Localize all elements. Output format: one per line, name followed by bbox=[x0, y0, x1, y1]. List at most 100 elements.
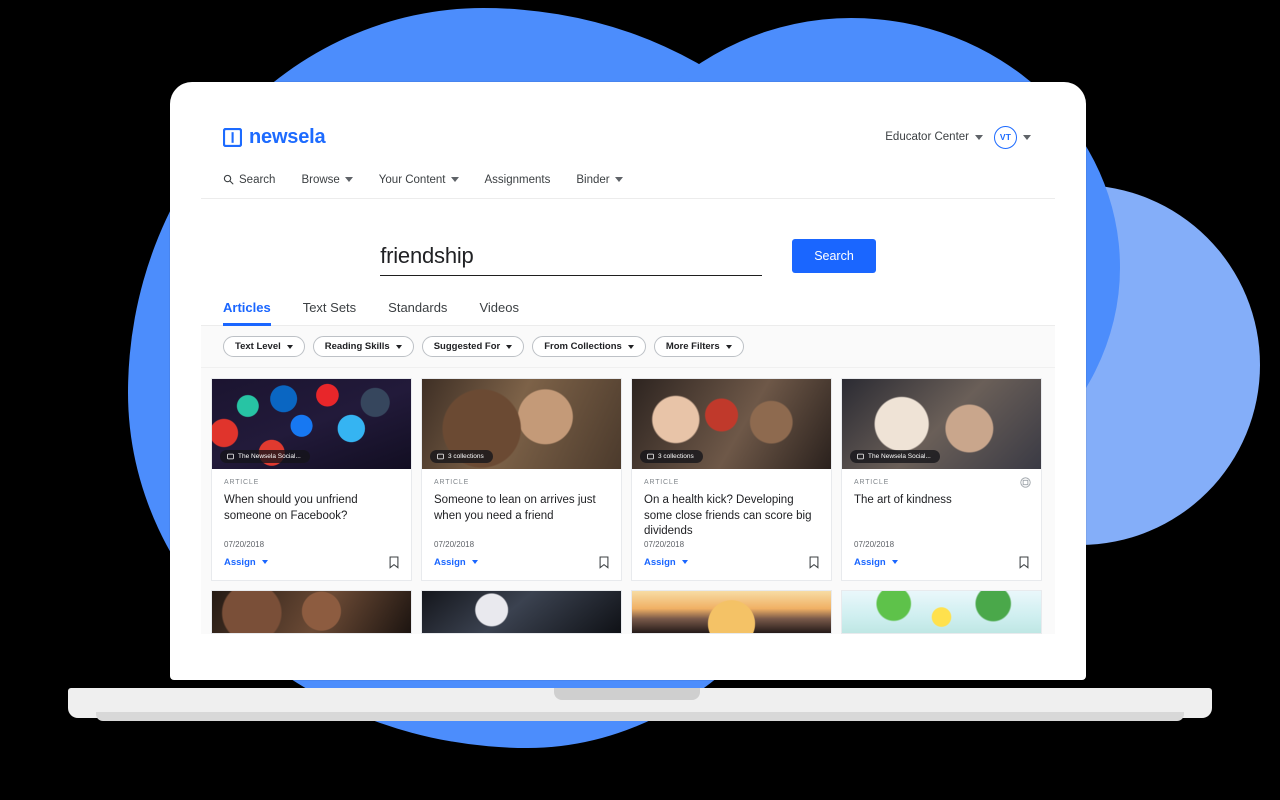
card-date: 07/20/2018 bbox=[644, 539, 685, 549]
results-row-1: The Newsela Social... ARTICLE When shoul… bbox=[211, 378, 1045, 581]
thumbnail-image bbox=[842, 590, 1041, 633]
filter-label: Suggested For bbox=[433, 341, 501, 352]
tab-articles[interactable]: Articles bbox=[223, 294, 271, 326]
search-button[interactable]: Search bbox=[792, 239, 876, 273]
educator-center-menu[interactable]: Educator Center bbox=[885, 131, 983, 143]
nav-item-search[interactable]: Search bbox=[223, 174, 275, 186]
nav-item-assignments[interactable]: Assignments bbox=[485, 174, 551, 186]
tab-label: Videos bbox=[479, 300, 519, 315]
collection-badge: 3 collections bbox=[430, 450, 493, 463]
nav-label: Assignments bbox=[484, 173, 551, 186]
nav-item-browse[interactable]: Browse bbox=[301, 174, 353, 186]
chevron-down-icon bbox=[395, 344, 402, 349]
collection-badge: The Newsela Social... bbox=[850, 450, 940, 463]
chevron-down-icon bbox=[344, 177, 353, 182]
bookmark-icon[interactable] bbox=[1019, 555, 1029, 569]
assign-button[interactable]: Assign bbox=[854, 557, 898, 568]
bookmark-icon[interactable] bbox=[389, 555, 399, 569]
collection-badge: The Newsela Social... bbox=[220, 450, 310, 463]
card-body: ARTICLE On a health kick? Developing som… bbox=[632, 469, 831, 540]
chevron-down-icon bbox=[975, 134, 983, 140]
brand-logo[interactable]: newsela bbox=[223, 126, 326, 149]
tab-text-sets[interactable]: Text Sets bbox=[303, 294, 356, 325]
collection-badge: 3 collections bbox=[640, 450, 703, 463]
filter-reading-skills[interactable]: Reading Skills bbox=[312, 336, 414, 357]
card-thumbnail bbox=[422, 590, 621, 633]
bookmark-icon[interactable] bbox=[599, 555, 609, 569]
filter-more-filters[interactable]: More Filters bbox=[653, 336, 744, 357]
card-title[interactable]: The art of kindness bbox=[854, 493, 1029, 509]
card-date: 07/20/2018 bbox=[224, 539, 265, 549]
card-body: ARTICLE The art of kindness bbox=[842, 469, 1041, 540]
card-thumbnail: The Newsela Social... bbox=[842, 379, 1041, 469]
bookmark-icon[interactable] bbox=[809, 555, 819, 569]
tab-label: Articles bbox=[223, 300, 271, 315]
card-body: ARTICLE When should you unfriend someone… bbox=[212, 469, 411, 540]
nav-item-your-content[interactable]: Your Content bbox=[379, 174, 459, 186]
article-card[interactable]: 3 collections ARTICLE Someone to lean on… bbox=[421, 378, 622, 581]
article-card[interactable]: 3 collections ARTICLE On a health kick? … bbox=[631, 378, 832, 581]
tab-standards[interactable]: Standards bbox=[388, 294, 447, 325]
chevron-down-icon bbox=[1023, 134, 1031, 140]
article-card[interactable] bbox=[631, 589, 832, 634]
chevron-down-icon bbox=[450, 177, 459, 182]
search-icon bbox=[223, 174, 234, 185]
card-kicker: ARTICLE bbox=[434, 479, 470, 486]
article-card[interactable] bbox=[421, 589, 622, 634]
browser-viewport: newsela Educator Center VT Search Browse… bbox=[201, 113, 1055, 653]
card-kicker: ARTICLE bbox=[644, 479, 680, 486]
article-card[interactable] bbox=[841, 589, 1042, 634]
avatar: VT bbox=[994, 125, 1017, 149]
article-card[interactable]: The Newsela Social... ARTICLE The art of… bbox=[841, 378, 1042, 581]
laptop-base-shadow bbox=[96, 712, 1184, 721]
collection-icon bbox=[227, 453, 234, 460]
thumbnail-image bbox=[632, 590, 831, 633]
article-card[interactable]: The Newsela Social... ARTICLE When shoul… bbox=[211, 378, 412, 581]
card-title[interactable]: On a health kick? Developing some close … bbox=[644, 493, 819, 540]
chevron-down-icon bbox=[471, 560, 478, 565]
assign-button[interactable]: Assign bbox=[434, 557, 478, 568]
tab-videos[interactable]: Videos bbox=[479, 294, 519, 325]
card-kicker: ARTICLE bbox=[854, 479, 890, 486]
chevron-down-icon bbox=[627, 344, 634, 349]
card-footer: Assign bbox=[422, 549, 621, 580]
card-thumbnail: The Newsela Social... bbox=[212, 379, 411, 469]
laptop-mockup: newsela Educator Center VT Search Browse… bbox=[0, 0, 1280, 800]
collection-icon bbox=[857, 453, 864, 460]
article-card[interactable] bbox=[211, 589, 412, 634]
collection-badge-label: The Newsela Social... bbox=[238, 453, 301, 460]
card-footer: Assign bbox=[212, 549, 411, 580]
nav-item-binder[interactable]: Binder bbox=[576, 173, 623, 186]
collection-icon bbox=[437, 453, 444, 460]
card-title[interactable]: When should you unfriend someone on Face… bbox=[224, 493, 399, 524]
topbar-right-group: Educator Center VT bbox=[885, 125, 1031, 149]
search-input[interactable]: friendship bbox=[380, 243, 763, 276]
filter-label: From Collections bbox=[544, 341, 622, 352]
main-navigation: Search Browse Your Content Assignments B… bbox=[201, 161, 1055, 199]
filter-suggested-for[interactable]: Suggested For bbox=[421, 336, 525, 357]
card-thumbnail: 3 collections bbox=[632, 379, 831, 469]
card-title[interactable]: Someone to lean on arrives just when you… bbox=[434, 493, 609, 524]
card-footer: Assign bbox=[632, 549, 831, 580]
assign-label: Assign bbox=[854, 556, 886, 568]
results-row-2 bbox=[211, 589, 1045, 634]
filter-from-collections[interactable]: From Collections bbox=[532, 336, 646, 357]
collection-badge-icon[interactable] bbox=[1020, 477, 1031, 488]
assign-button[interactable]: Assign bbox=[224, 557, 268, 568]
nav-label: Your Content bbox=[378, 173, 446, 186]
app-topbar: newsela Educator Center VT bbox=[201, 113, 1055, 161]
laptop-base-notch bbox=[554, 688, 700, 700]
collection-badge-label: The Newsela Social... bbox=[868, 453, 931, 460]
nav-label: Binder bbox=[576, 173, 610, 186]
filter-bar: Text Level Reading Skills Suggested For … bbox=[201, 326, 1055, 368]
filter-label: Reading Skills bbox=[324, 341, 390, 352]
newsela-book-logo-icon bbox=[223, 127, 242, 147]
card-kicker: ARTICLE bbox=[224, 479, 260, 486]
collection-icon bbox=[647, 453, 654, 460]
account-menu[interactable]: VT bbox=[994, 125, 1031, 149]
filter-text-level[interactable]: Text Level bbox=[223, 336, 305, 357]
assign-button[interactable]: Assign bbox=[644, 557, 688, 568]
search-section: friendship Search bbox=[201, 199, 1055, 294]
card-date: 07/20/2018 bbox=[434, 539, 475, 549]
tab-label: Text Sets bbox=[302, 300, 357, 315]
